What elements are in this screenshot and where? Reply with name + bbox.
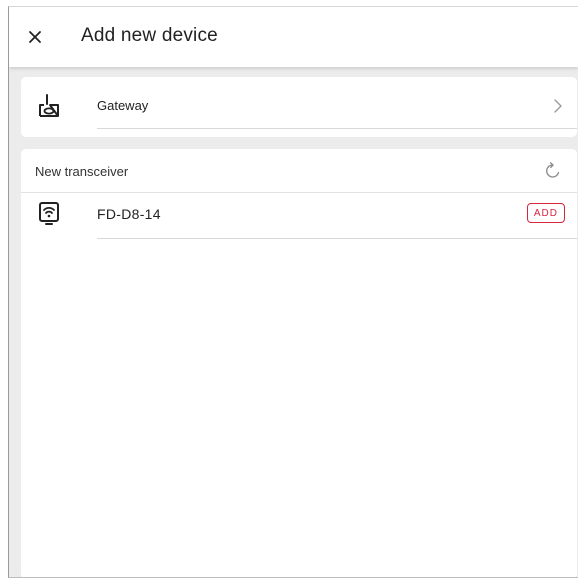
- add-device-button[interactable]: ADD: [526, 203, 565, 223]
- wifi-device-icon: [37, 201, 61, 227]
- chevron-right-icon[interactable]: [553, 99, 563, 113]
- gateway-divider: [97, 128, 577, 129]
- transceiver-name: FD-D8-14: [97, 206, 161, 222]
- gateway-label: Gateway: [97, 98, 149, 113]
- dialog-title: Add new device: [81, 25, 218, 46]
- refresh-icon: [546, 162, 560, 178]
- transceiver-divider: [97, 238, 577, 239]
- close-button[interactable]: [21, 23, 49, 51]
- transceiver-row: FD-D8-14 ADD: [21, 193, 577, 239]
- gateway-icon: [37, 93, 61, 119]
- refresh-button[interactable]: [543, 161, 563, 181]
- dialog-frame: Add new device Gateway New transceiver F…: [8, 6, 578, 578]
- gateway-row[interactable]: Gateway: [21, 77, 577, 137]
- dialog-header: Add new device: [9, 7, 578, 67]
- close-icon: [29, 31, 41, 43]
- new-transceiver-panel: New transceiver FD-D8-14 ADD: [21, 149, 577, 577]
- new-transceiver-heading: New transceiver: [35, 164, 129, 179]
